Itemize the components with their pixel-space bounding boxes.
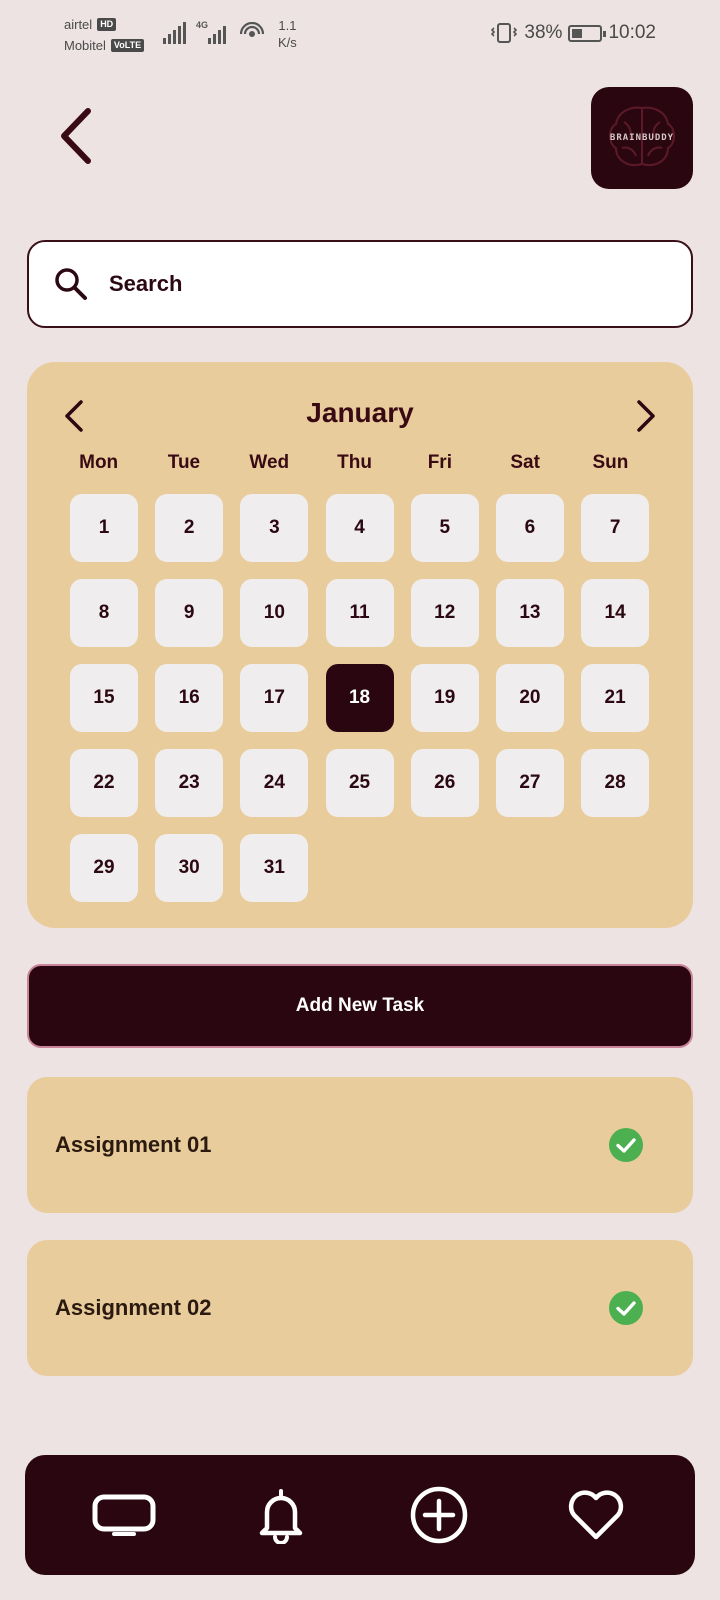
calendar-day[interactable]: 26 bbox=[410, 749, 479, 817]
task-card[interactable]: Assignment 01 bbox=[27, 1077, 693, 1213]
hotspot-icon bbox=[240, 22, 265, 37]
calendar-day[interactable]: 19 bbox=[410, 664, 479, 732]
check-circle-icon bbox=[609, 1291, 643, 1325]
calendar-header: January bbox=[27, 388, 693, 438]
calendar-day[interactable]: 3 bbox=[240, 494, 309, 562]
calendar-day[interactable]: 6 bbox=[495, 494, 564, 562]
carrier-info: airtel HD Mobitel VoLTE bbox=[64, 14, 145, 56]
weekday-header: Mon Tue Wed Thu Fri Sat Sun bbox=[56, 452, 692, 474]
signal-icon-2 bbox=[208, 22, 226, 44]
calendar-day[interactable]: 9 bbox=[155, 579, 224, 647]
calendar-day[interactable]: 8 bbox=[70, 579, 138, 647]
calendar-day[interactable]: 28 bbox=[581, 749, 650, 817]
calendar-day[interactable]: 22 bbox=[70, 749, 138, 817]
plus-circle-icon bbox=[410, 1486, 467, 1544]
nav-add-button[interactable] bbox=[404, 1480, 474, 1550]
carrier-2-name: Mobitel bbox=[64, 38, 106, 53]
calendar-day[interactable]: 2 bbox=[155, 494, 224, 562]
carrier-1-name: airtel bbox=[64, 17, 93, 32]
carrier-2-badge: VoLTE bbox=[110, 39, 145, 52]
status-bar: airtel HD Mobitel VoLTE 4G 1.1 K/s 38% 10:… bbox=[0, 0, 720, 64]
task-title: Assignment 01 bbox=[55, 1132, 212, 1157]
battery-icon bbox=[568, 24, 607, 42]
heart-icon bbox=[569, 1490, 624, 1540]
calendar-day[interactable]: 10 bbox=[240, 579, 309, 647]
signal-icon bbox=[163, 22, 186, 44]
calendar: January Mon Tue Wed Thu Fri Sat Sun 1234567891… bbox=[27, 362, 693, 928]
calendar-day[interactable]: 17 bbox=[240, 664, 309, 732]
calendar-day[interactable]: 20 bbox=[495, 664, 564, 732]
net-speed-value: 1.1 bbox=[278, 18, 297, 33]
calendar-day[interactable]: 7 bbox=[581, 494, 650, 562]
weekday-label: Tue bbox=[167, 452, 201, 473]
weekday-label: Wed bbox=[249, 452, 290, 473]
tv-icon bbox=[92, 1494, 156, 1536]
day-grid: 1 2 3 4 5 6 7 8 9 10 11 12 13 14 15 16 17 18 19 20 21 22 23 24 2… bbox=[70, 494, 650, 902]
calendar-day[interactable]: 25 bbox=[325, 749, 394, 817]
calendar-day[interactable]: 5 bbox=[410, 494, 479, 562]
task-card[interactable]: Assignment 02 bbox=[27, 1240, 693, 1376]
chevron-left-icon bbox=[61, 108, 91, 164]
battery-percent: 38% bbox=[524, 22, 563, 43]
calendar-day[interactable]: 15 bbox=[70, 664, 138, 732]
calendar-day[interactable]: 14 bbox=[581, 579, 650, 647]
network-type: 4G bbox=[196, 20, 209, 30]
calendar-day[interactable]: 1 bbox=[70, 494, 138, 562]
month-title: January bbox=[306, 397, 414, 428]
system-status: 38% 10:02 bbox=[490, 22, 656, 44]
net-speed-unit: K/s bbox=[278, 35, 297, 50]
calendar-day[interactable]: 31 bbox=[240, 834, 309, 902]
carrier-1-badge: HD bbox=[97, 18, 117, 31]
back-button[interactable] bbox=[54, 106, 98, 166]
search-icon bbox=[55, 268, 87, 300]
calendar-day[interactable]: 30 bbox=[155, 834, 224, 902]
nav-tv-button[interactable] bbox=[89, 1480, 159, 1550]
bell-icon bbox=[260, 1489, 303, 1544]
next-month-button[interactable] bbox=[627, 398, 663, 434]
calendar-day[interactable]: 12 bbox=[410, 579, 479, 647]
calendar-day[interactable]: 27 bbox=[495, 749, 564, 817]
calendar-day[interactable]: 11 bbox=[325, 579, 394, 647]
weekday-label: Thu bbox=[337, 452, 372, 473]
weekday-label: Mon bbox=[79, 452, 119, 473]
nav-favorites-button[interactable] bbox=[561, 1480, 631, 1550]
clock: 10:02 bbox=[608, 22, 656, 43]
weekday-label: Sat bbox=[510, 452, 540, 473]
calendar-day[interactable]: 13 bbox=[495, 579, 564, 647]
app-logo: BRAINBUDDY bbox=[591, 87, 693, 189]
task-title: Assignment 02 bbox=[55, 1295, 212, 1320]
bottom-nav bbox=[25, 1455, 695, 1575]
search-input[interactable] bbox=[109, 271, 629, 297]
calendar-day[interactable]: 29 bbox=[70, 834, 138, 902]
nav-notifications-button[interactable] bbox=[246, 1480, 316, 1550]
add-new-task-button[interactable]: Add New Task bbox=[27, 964, 693, 1048]
weekday-label: Fri bbox=[427, 452, 452, 473]
vibrate-icon bbox=[491, 23, 518, 43]
calendar-day-selected[interactable]: 18 bbox=[325, 664, 394, 732]
check-circle-icon bbox=[609, 1128, 643, 1162]
calendar-day[interactable]: 21 bbox=[581, 664, 650, 732]
weekday-label: Sun bbox=[592, 452, 629, 473]
calendar-day[interactable]: 4 bbox=[325, 494, 394, 562]
calendar-day[interactable]: 16 bbox=[155, 664, 224, 732]
calendar-day[interactable]: 23 bbox=[155, 749, 224, 817]
logo-text: BRAINBUDDY bbox=[609, 133, 675, 143]
search-bar[interactable] bbox=[27, 240, 693, 328]
prev-month-button[interactable] bbox=[57, 398, 93, 434]
net-speed: 1.1 K/s bbox=[278, 17, 297, 51]
calendar-day[interactable]: 24 bbox=[240, 749, 309, 817]
